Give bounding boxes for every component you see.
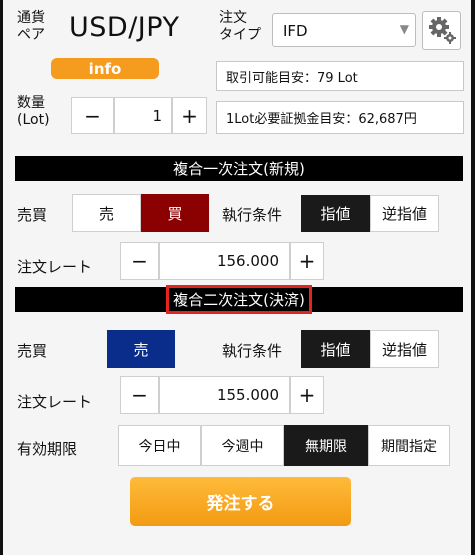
second-rate-input[interactable]: 155.000: [159, 376, 290, 414]
second-stop-button[interactable]: 逆指値: [370, 330, 439, 368]
gear-icon: [429, 17, 456, 44]
first-limit-button[interactable]: 指値: [301, 195, 370, 232]
second-rate-label: 注文レート: [17, 393, 93, 411]
settings-button[interactable]: [422, 11, 461, 50]
second-limit-button[interactable]: 指値: [301, 330, 370, 368]
first-rate-minus-button[interactable]: −: [120, 242, 159, 280]
first-rate-value: 156.000: [216, 252, 279, 270]
expiry-option-today[interactable]: 今日中: [118, 425, 201, 466]
second-rate-plus-button[interactable]: +: [290, 376, 324, 414]
second-sell-button[interactable]: 売: [107, 330, 175, 368]
required-margin-info: 1Lot必要証拠金目安：62,687円: [216, 101, 464, 134]
second-order-title: 複合二次注文(決済): [166, 285, 312, 314]
order-panel: 通貨 ペア USD/JPY 注文 タイプ IFD ▼ info 取引可能目安：7…: [0, 0, 475, 555]
quantity-plus-button[interactable]: +: [172, 97, 207, 134]
expiry-option-date[interactable]: 期間指定: [368, 425, 450, 466]
first-sell-button[interactable]: 売: [72, 194, 141, 232]
first-side-label: 売買: [17, 206, 48, 224]
quantity-input[interactable]: 1: [114, 97, 172, 134]
first-condition-label: 執行条件: [222, 206, 283, 224]
quantity-minus-button[interactable]: −: [71, 97, 114, 134]
order-type-label: 注文 タイプ: [219, 10, 261, 43]
submit-order-button[interactable]: 発注する: [130, 477, 351, 526]
currency-pair: USD/JPY: [69, 12, 180, 43]
second-side-label: 売買: [17, 342, 48, 360]
info-badge[interactable]: info: [51, 58, 159, 79]
quantity-label: 数量 (Lot): [17, 95, 50, 128]
second-rate-value: 155.000: [216, 386, 279, 404]
first-rate-label: 注文レート: [17, 258, 93, 276]
second-order-header: 複合二次注文(決済): [15, 285, 463, 314]
expiry-label: 有効期限: [17, 440, 78, 458]
first-stop-button[interactable]: 逆指値: [370, 195, 439, 232]
order-type-value: IFD: [283, 22, 308, 40]
first-rate-input[interactable]: 156.000: [159, 242, 290, 280]
first-rate-plus-button[interactable]: +: [290, 242, 324, 280]
chevron-down-icon: ▼: [399, 22, 409, 36]
expiry-option-unlimited[interactable]: 無期限: [284, 425, 368, 466]
tradable-lot-info: 取引可能目安：79 Lot: [216, 61, 464, 91]
second-condition-label: 執行条件: [222, 342, 283, 360]
first-buy-button[interactable]: 買: [141, 194, 209, 232]
second-rate-minus-button[interactable]: −: [120, 376, 159, 414]
expiry-option-this-week[interactable]: 今週中: [201, 425, 284, 466]
quantity-value: 1: [152, 106, 162, 125]
order-type-select[interactable]: IFD ▼: [272, 13, 416, 47]
first-order-header: 複合一次注文(新規): [15, 156, 463, 181]
currency-pair-label: 通貨 ペア: [17, 10, 45, 43]
